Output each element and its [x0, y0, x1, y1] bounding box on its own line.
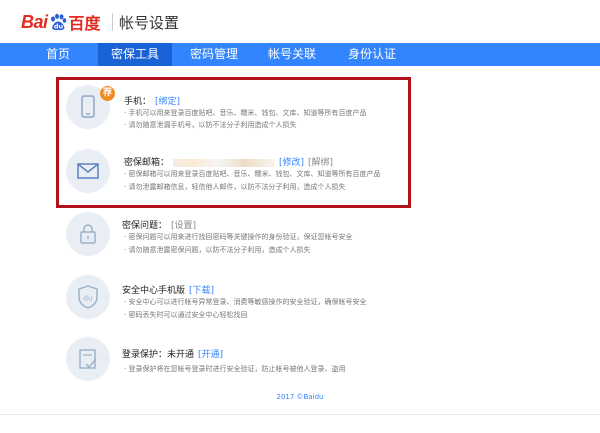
- logo-chinese: 百度: [68, 14, 101, 33]
- app-desc-1: · 安全中心可以进行帐号异常登录、消费等敏感操作的安全验证，确保帐号安全: [124, 298, 367, 306]
- page-title: 帐号设置: [119, 14, 180, 32]
- download-app-link[interactable]: [下载]: [189, 286, 214, 296]
- enable-login-link[interactable]: [开通]: [198, 350, 223, 360]
- question-title: 密保问题： [设置]: [122, 218, 196, 231]
- highlight-box: [56, 77, 411, 208]
- question-desc-1: · 密保问题可以用来进行找回密码等关键操作的身份验证，保证您帐号安全: [124, 233, 353, 241]
- nav-security-tools[interactable]: 密保工具: [98, 43, 172, 66]
- login-title: 登录保护：未开通 [开通]: [122, 347, 223, 360]
- set-question-link[interactable]: [设置]: [171, 221, 196, 231]
- question-label: 密保问题：: [122, 221, 168, 231]
- logo-latin: Bai: [21, 11, 48, 32]
- app-title: 安全中心手机版 [下载]: [122, 283, 214, 296]
- logo-du-text: du: [53, 23, 63, 31]
- copyright: 2017 ©Baidu: [276, 393, 324, 401]
- paw-icon: du: [49, 13, 67, 31]
- main-nav: 首页 密保工具 密码管理 帐号关联 身份认证: [0, 43, 600, 66]
- nav-identity[interactable]: 身份认证: [334, 43, 410, 66]
- question-desc-2: · 请勿随意泄露密保问题，以防不法分子利用，造成个人损失: [124, 246, 311, 254]
- header-divider: [112, 13, 113, 31]
- nav-account-link[interactable]: 帐号关联: [257, 43, 327, 66]
- header: Bai du 百度 帐号设置: [0, 0, 600, 43]
- svg-text:du: du: [84, 295, 93, 303]
- app-label: 安全中心手机版: [122, 286, 186, 296]
- login-icon-circle: [66, 337, 110, 381]
- nav-password[interactable]: 密码管理: [178, 43, 250, 66]
- app-icon-circle: du: [66, 275, 110, 319]
- app-desc-2: · 密码丢失时可以通过安全中心轻松找回: [124, 311, 248, 319]
- edit-check-icon: [79, 349, 97, 369]
- question-icon-circle: [66, 212, 110, 256]
- shield-icon: du: [78, 285, 98, 309]
- footer-divider: [0, 414, 600, 415]
- lock-icon: [80, 224, 96, 244]
- login-label: 登录保护：未开通: [122, 350, 195, 360]
- baidu-logo[interactable]: Bai du 百度: [21, 11, 101, 34]
- login-desc-1: · 登录保护将在您帐号登录时进行安全验证，防止帐号被他人登录、盗用: [124, 365, 346, 373]
- nav-home[interactable]: 首页: [31, 43, 85, 66]
